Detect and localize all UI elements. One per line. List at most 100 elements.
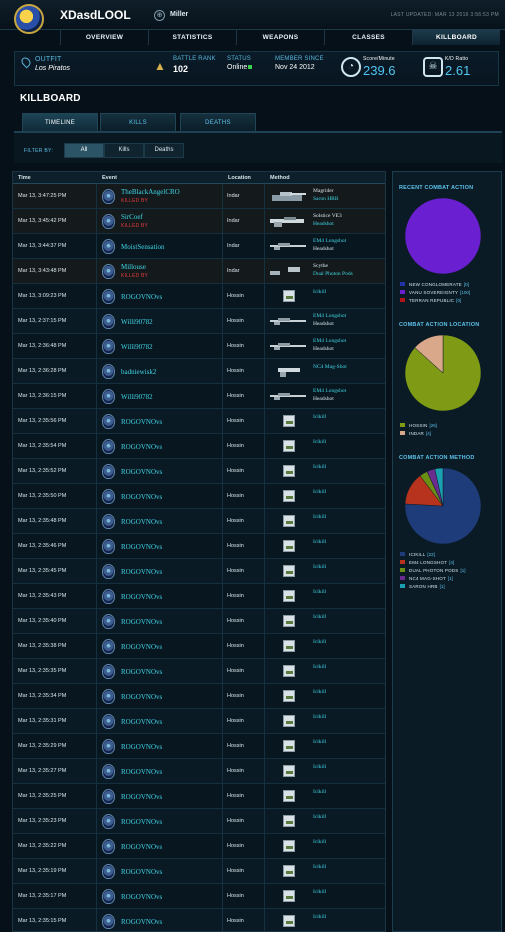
method-name[interactable]: Solstice VE3 bbox=[313, 213, 342, 219]
player-link[interactable]: ROGOVNOvs bbox=[121, 493, 162, 501]
player-link[interactable]: ROGOVNOvs bbox=[121, 743, 162, 751]
player-link[interactable]: ROGOVNOvs bbox=[121, 468, 162, 476]
weapon-image-icon bbox=[283, 590, 295, 602]
method-name[interactable]: Icikill bbox=[313, 864, 326, 870]
time-cell: Mar 13, 3:44:37 PM bbox=[13, 234, 97, 259]
time-cell: Mar 13, 2:35:48 PM bbox=[13, 509, 97, 534]
tab-deaths[interactable]: DEATHS bbox=[180, 113, 256, 131]
event-cell: ROGOVNOvs bbox=[97, 609, 223, 634]
method-name[interactable]: Icikill bbox=[313, 539, 326, 545]
player-link[interactable]: MoistSensation bbox=[121, 243, 165, 251]
player-link[interactable]: ROGOVNOvs bbox=[121, 718, 162, 726]
method-name[interactable]: EM4 Longshot bbox=[313, 313, 346, 319]
method-name[interactable]: Icikill bbox=[313, 664, 326, 670]
method-name[interactable]: Icikill bbox=[313, 639, 326, 645]
method-name[interactable]: EM4 Longshot bbox=[313, 338, 346, 344]
method-name[interactable]: Icikill bbox=[313, 289, 326, 295]
player-link[interactable]: ROGOVNOvs bbox=[121, 293, 162, 301]
nav-killboard[interactable]: KILLBOARD bbox=[412, 30, 500, 45]
method-name[interactable]: Icikill bbox=[313, 764, 326, 770]
player-link[interactable]: Willi90782 bbox=[121, 343, 153, 351]
method-name[interactable]: Icikill bbox=[313, 914, 326, 920]
legend-label: DUAL PHOTON PODS bbox=[409, 567, 459, 573]
method-name[interactable]: Icikill bbox=[313, 439, 326, 445]
player-link[interactable]: ROGOVNOvs bbox=[121, 693, 162, 701]
method-name[interactable]: Icikill bbox=[313, 564, 326, 570]
method-name[interactable]: Icikill bbox=[313, 414, 326, 420]
player-link[interactable]: ROGOVNOvs bbox=[121, 443, 162, 451]
player-link[interactable]: ROGOVNOvs bbox=[121, 793, 162, 801]
event-cell: badniewisk2 bbox=[97, 359, 223, 384]
weapon-image-icon bbox=[283, 565, 295, 577]
method-name[interactable]: Icikill bbox=[313, 689, 326, 695]
nav-weapons[interactable]: WEAPONS bbox=[236, 30, 324, 45]
player-link[interactable]: ROGOVNOvs bbox=[121, 843, 162, 851]
player-link[interactable]: ROGOVNOvs bbox=[121, 593, 162, 601]
method-name[interactable]: Icikill bbox=[313, 589, 326, 595]
legend-count: [100] bbox=[460, 289, 471, 295]
tab-kills[interactable]: KILLS bbox=[100, 113, 176, 131]
filter-deaths-button[interactable]: Deaths bbox=[144, 143, 184, 158]
table-row: Mar 13, 3:47:25 PM TheBlackAngelCRO KILLED… bbox=[13, 184, 385, 209]
player-link[interactable]: ROGOVNOvs bbox=[121, 918, 162, 926]
method-name[interactable]: Icikill bbox=[313, 889, 326, 895]
player-link[interactable]: ROGOVNOvs bbox=[121, 518, 162, 526]
method-name[interactable]: Icikill bbox=[313, 489, 326, 495]
filter-kills-button[interactable]: Kills bbox=[104, 143, 144, 158]
player-link[interactable]: ROGOVNOvs bbox=[121, 818, 162, 826]
player-link[interactable]: ROGOVNOvs bbox=[121, 568, 162, 576]
character-name: XDasdLOOL bbox=[60, 8, 131, 22]
server-globe-icon: ⊕ bbox=[154, 10, 165, 21]
method-name[interactable]: Icikill bbox=[313, 789, 326, 795]
method-cell: Icikill bbox=[265, 734, 385, 759]
player-link[interactable]: badniewisk2 bbox=[121, 368, 156, 376]
nav-overview[interactable]: OVERVIEW bbox=[60, 30, 148, 45]
player-link[interactable]: TheBlackAngelCRO bbox=[121, 188, 180, 196]
tab-timeline[interactable]: TIMELINE bbox=[22, 113, 98, 131]
legend-swatch bbox=[400, 423, 405, 427]
player-link[interactable]: ROGOVNOvs bbox=[121, 418, 162, 426]
method-name[interactable]: EM4 Longshot bbox=[313, 388, 346, 394]
kd-block: K/D Ratio 2.61 bbox=[445, 56, 470, 78]
nav-classes[interactable]: CLASSES bbox=[324, 30, 412, 45]
method-name[interactable]: Icikill bbox=[313, 464, 326, 470]
event-cell: ROGOVNOvs bbox=[97, 534, 223, 559]
method-name[interactable]: EM4 Longshot bbox=[313, 238, 346, 244]
method-name[interactable]: Icikill bbox=[313, 839, 326, 845]
method-name[interactable]: Icikill bbox=[313, 714, 326, 720]
method-name[interactable]: Scythe bbox=[313, 263, 328, 269]
weapon-image-icon bbox=[283, 765, 295, 777]
table-row: Mar 13, 2:37:15 PM Willi90782 Hossin EM4 Lo… bbox=[13, 309, 385, 334]
member-since-label: MEMBER SINCE bbox=[275, 56, 324, 62]
filter-all-button[interactable]: All bbox=[64, 143, 104, 158]
player-link[interactable]: ROGOVNOvs bbox=[121, 893, 162, 901]
col-time: Time bbox=[18, 175, 31, 181]
player-link[interactable]: ROGOVNOvs bbox=[121, 643, 162, 651]
method-cell: Icikill bbox=[265, 809, 385, 834]
nav-statistics[interactable]: STATISTICS bbox=[148, 30, 236, 45]
player-link[interactable]: ROGOVNOvs bbox=[121, 543, 162, 551]
weapon-image-icon bbox=[283, 740, 295, 752]
player-link[interactable]: Millouse bbox=[121, 263, 146, 271]
method-name[interactable]: Magrider bbox=[313, 188, 333, 194]
member-since-value: Nov 24 2012 bbox=[275, 64, 315, 71]
method-name[interactable]: Icikill bbox=[313, 814, 326, 820]
time-cell: Mar 13, 2:36:48 PM bbox=[13, 334, 97, 359]
method-name[interactable]: Icikill bbox=[313, 614, 326, 620]
player-link[interactable]: ROGOVNOvs bbox=[121, 868, 162, 876]
player-link[interactable]: Willi90782 bbox=[121, 393, 153, 401]
event-cell: ROGOVNOvs bbox=[97, 484, 223, 509]
method-name[interactable]: Icikill bbox=[313, 514, 326, 520]
method-name[interactable]: NC4 Mag-Shot bbox=[313, 364, 347, 370]
player-link[interactable]: ROGOVNOvs bbox=[121, 768, 162, 776]
table-row: Mar 13, 3:44:37 PM MoistSensation Indar EM4… bbox=[13, 234, 385, 259]
player-link[interactable]: ROGOVNOvs bbox=[121, 668, 162, 676]
player-link[interactable]: ROGOVNOvs bbox=[121, 618, 162, 626]
score-value: 239.6 bbox=[363, 63, 396, 78]
player-link[interactable]: Willi90782 bbox=[121, 318, 153, 326]
outfit-value[interactable]: Los Piratos bbox=[35, 65, 70, 72]
method-cell: Icikill bbox=[265, 834, 385, 859]
method-name[interactable]: Icikill bbox=[313, 739, 326, 745]
status-value: Online bbox=[227, 64, 248, 71]
player-link[interactable]: SirCoef bbox=[121, 213, 143, 221]
